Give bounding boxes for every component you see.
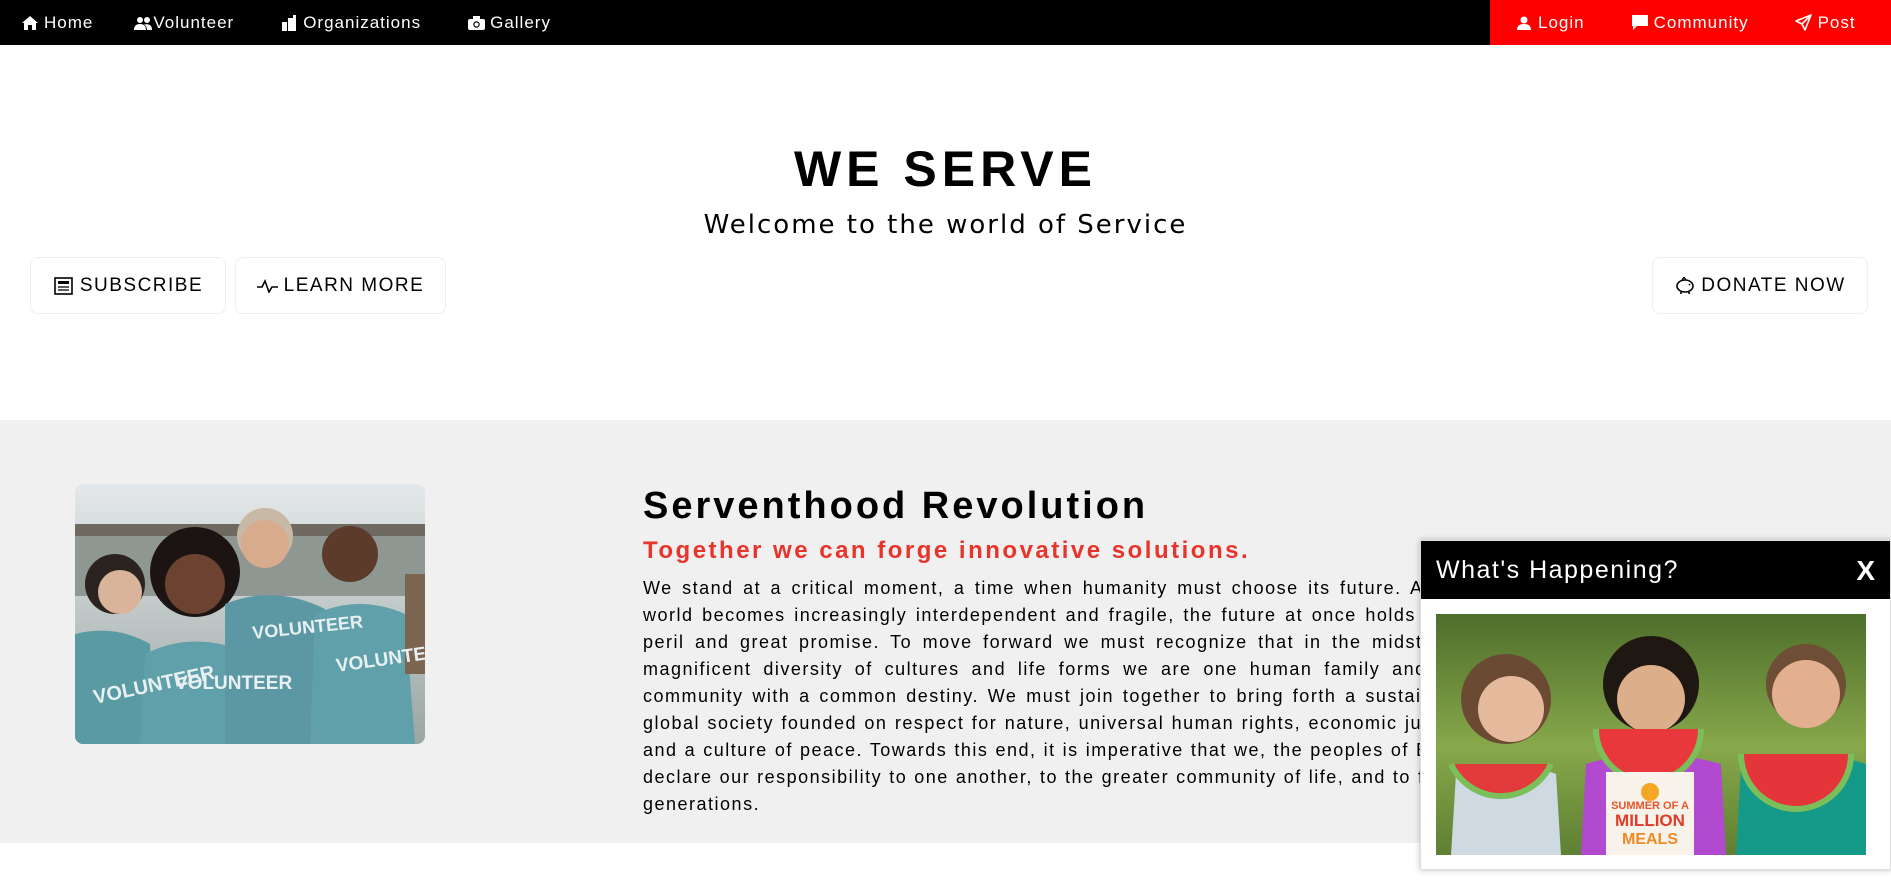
page-title: WE SERVE <box>793 141 1098 197</box>
nav-login-label: Login <box>1538 12 1585 32</box>
donate-now-label: DONATE NOW <box>1701 274 1846 296</box>
nav-community-label: Community <box>1653 12 1749 32</box>
nav-gallery[interactable]: Gallery <box>466 0 551 45</box>
popup-title: What's Happening? <box>1436 556 1679 584</box>
piggy-bank-icon <box>1674 275 1696 297</box>
user-icon <box>1514 13 1534 33</box>
badge-line-3: MEALS <box>1622 831 1678 848</box>
nav-organizations[interactable]: Organizations <box>279 0 421 45</box>
section-title: Serventhood Revolution <box>643 485 1149 527</box>
learn-more-label: LEARN MORE <box>283 274 425 296</box>
nav-volunteer-label: Volunteer <box>153 12 235 32</box>
popup-header: What's Happening? X <box>1421 541 1890 599</box>
nav-post[interactable]: Post <box>1794 0 1856 45</box>
top-navbar: Home Volunteer Organizations Gallery Log… <box>0 0 1891 45</box>
nav-post-label: Post <box>1817 12 1856 32</box>
subscribe-label: SUBSCRIBE <box>79 274 204 296</box>
nav-organizations-label: Organizations <box>303 12 422 32</box>
section-subtitle: Together we can forge innovative solutio… <box>643 537 1251 564</box>
volunteers-photo: VOLUNTEER VOLUNTEER VOLUNTEER VOLUNTEER <box>75 484 425 744</box>
nav-volunteer[interactable]: Volunteer <box>133 0 234 45</box>
home-icon <box>20 13 40 33</box>
subscribe-button[interactable]: SUBSCRIBE <box>30 257 226 314</box>
nav-right-group: Login Community Post <box>1490 0 1891 45</box>
page-subtitle: Welcome to the world of Service <box>703 210 1188 240</box>
section-body-text: We stand at a critical moment, a time wh… <box>643 578 1473 814</box>
badge-line-2: MILLION <box>1615 811 1685 830</box>
summer-meals-image: SUMMER OF A MILLION MEALS <box>1436 614 1866 855</box>
chat-icon <box>1630 13 1650 33</box>
donate-now-button[interactable]: DONATE NOW <box>1652 257 1868 314</box>
building-icon <box>279 13 299 33</box>
nav-home[interactable]: Home <box>20 0 93 45</box>
nav-community[interactable]: Community <box>1630 0 1749 45</box>
send-icon <box>1794 13 1814 33</box>
whats-happening-popup: What's Happening? X SUMMER OF A MILLION … <box>1420 540 1891 870</box>
nav-login[interactable]: Login <box>1514 0 1585 45</box>
pulse-icon <box>257 275 279 297</box>
newspaper-icon <box>53 275 75 297</box>
nav-left-group: Home Volunteer Organizations Gallery <box>0 0 551 45</box>
nav-home-label: Home <box>44 12 94 32</box>
close-icon[interactable]: X <box>1856 555 1875 587</box>
users-icon <box>133 13 153 33</box>
nav-gallery-label: Gallery <box>490 12 551 32</box>
camera-icon <box>466 13 486 33</box>
shirt-text-2: VOLUNTEER <box>175 673 292 694</box>
learn-more-button[interactable]: LEARN MORE <box>235 257 446 314</box>
